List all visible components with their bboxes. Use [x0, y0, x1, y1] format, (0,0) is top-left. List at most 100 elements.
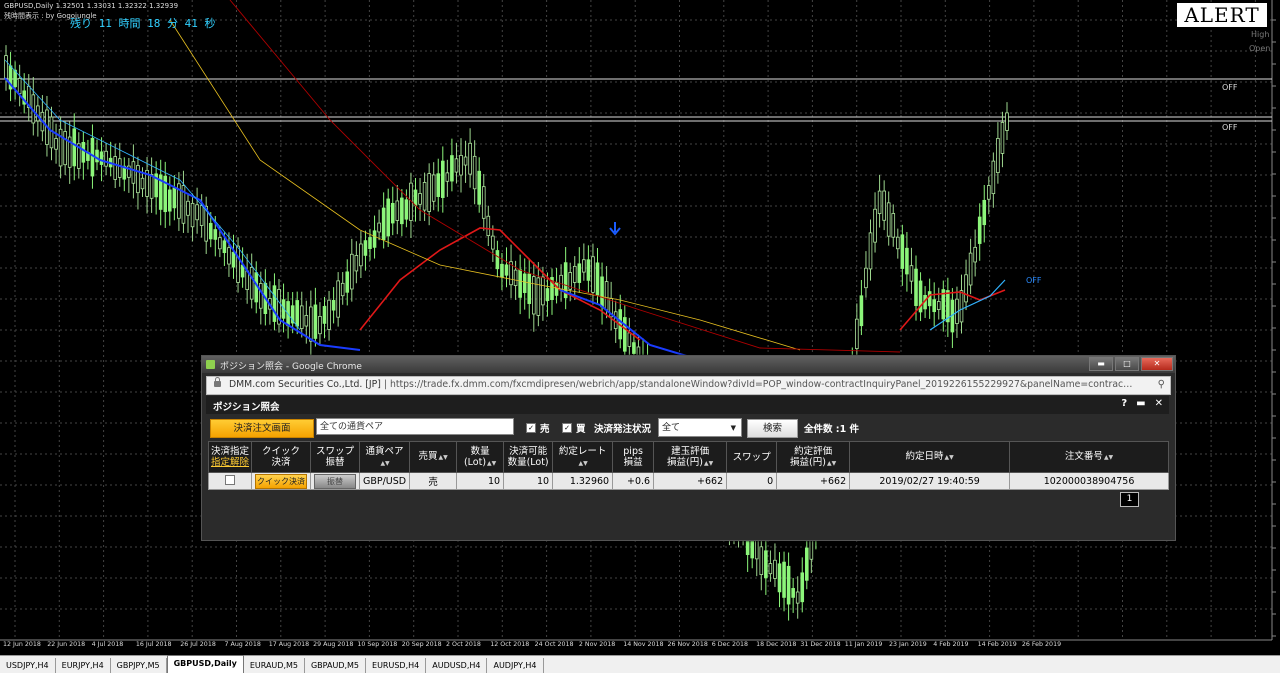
swap-transfer-button[interactable]: 振替 [314, 473, 356, 489]
col-datetime[interactable]: 約定日時▲▼ [849, 441, 1011, 473]
filter-toolbar: 決済注文画面 全ての通貨ペア ✓ 売 ✓ 買 決済発注状況 全て ▼ 検索 全件数… [206, 418, 1169, 438]
tab-audjpy-h4[interactable]: AUDJPY,H4 [487, 658, 544, 673]
order-screen-button[interactable]: 決済注文画面 [210, 419, 314, 438]
tab-audusd-h4[interactable]: AUDUSD,H4 [426, 658, 488, 673]
price-chart[interactable] [0, 0, 1280, 655]
col-pair[interactable]: 通貨ペア▲▼ [358, 441, 411, 473]
url-text: https://trade.fx.dmm.com/fxcmdipresen/we… [389, 379, 1133, 390]
window-titlebar[interactable]: ポジション照会 - Google Chrome ▬ □ ✕ [202, 356, 1175, 373]
col-order-no[interactable]: 注文番号▲▼ [1009, 441, 1169, 473]
candle-body [800, 572, 805, 603]
lock-icon [214, 377, 221, 387]
zoom-icon[interactable]: ⚲ [1158, 379, 1165, 390]
candle-body [959, 290, 964, 323]
rate-cell: 1.32960 [552, 472, 614, 490]
page-button[interactable]: 1 [1120, 492, 1139, 507]
candle-body [536, 277, 541, 316]
candle-body [773, 559, 777, 579]
tab-euraud-m5[interactable]: EURAUD,M5 [244, 658, 305, 673]
table-row[interactable]: クイック決済 振替 GBP/USD 売 10 10 1.32960 +0.6 +… [208, 472, 1169, 490]
candle-body [54, 138, 58, 150]
candle-body [440, 160, 445, 198]
panel-title: ポジション照会 [213, 402, 280, 413]
candle-body [236, 245, 240, 283]
candle-body [450, 155, 454, 182]
address-bar[interactable]: DMM.com Securities Co.,Ltd. [JP] | https… [206, 376, 1171, 395]
unrealized-cell: +662 [653, 472, 728, 490]
col-side[interactable]: 売買▲▼ [409, 441, 458, 473]
order-no-cell: 102000038904756 [1009, 472, 1169, 490]
candle-body [140, 177, 145, 190]
candle-body [522, 273, 527, 293]
sell-checkbox[interactable]: ✓ [526, 423, 536, 433]
tab-eurjpy-h4[interactable]: EURJPY,H4 [56, 658, 111, 673]
sell-label: 売 [540, 424, 550, 435]
tab-gbpaud-m5[interactable]: GBPAUD,M5 [305, 658, 367, 673]
position-window: ポジション照会 - Google Chrome ▬ □ ✕ DMM.com Se… [201, 355, 1176, 541]
sort-icon: ▲▼ [380, 459, 390, 467]
off-label-3[interactable]: OFF [1026, 276, 1042, 285]
tab-gbpjpy-m5[interactable]: GBPJPY,M5 [111, 658, 167, 673]
off-label-1[interactable]: OFF [1222, 83, 1238, 92]
candle-body [805, 547, 809, 581]
time-tick-label: 12 Oct 2018 [490, 641, 530, 648]
close-panel-icon[interactable]: ✕ [1155, 398, 1163, 409]
candle-body [258, 283, 263, 309]
candle-body [855, 318, 859, 349]
time-tick-label: 31 Dec 2018 [800, 641, 841, 648]
pips-cell: +0.6 [612, 472, 655, 490]
tab-usdjpy-h4[interactable]: USDJPY,H4 [0, 658, 56, 673]
col-closable: 決済可能 数量(Lot) [503, 441, 554, 473]
alert-button[interactable]: ALERT [1177, 3, 1267, 27]
time-axis: 12 Jun 2018 22 Jun 2018 4 Jul 2018 16 Jul 2… [0, 641, 1272, 651]
time-tick-label: 22 Jun 2018 [47, 641, 86, 648]
quick-close-button[interactable]: クイック決済 [255, 473, 307, 489]
row-checkbox[interactable] [225, 474, 235, 485]
col-total[interactable]: 約定評価 損益(円)▲▼ [776, 441, 851, 473]
col-qty[interactable]: 数量 (Lot)▲▼ [456, 441, 505, 473]
tab-eurusd-h4[interactable]: EURUSD,H4 [366, 658, 427, 673]
candle-body [768, 563, 773, 575]
status-select[interactable]: 全て ▼ [658, 418, 742, 437]
pair-cell: GBP/USD [358, 472, 411, 490]
candle-body [459, 154, 463, 176]
candle-body [327, 299, 331, 330]
candle-body [372, 230, 377, 248]
candle-body [227, 247, 231, 265]
candle-body [987, 185, 991, 200]
candle-body [354, 254, 359, 272]
candle-body [340, 282, 345, 297]
candle-body [595, 262, 600, 296]
candle-body [905, 247, 909, 275]
candle-body [914, 268, 918, 306]
col-unrealized[interactable]: 建玉評価 損益(円)▲▼ [653, 441, 728, 473]
col-rate[interactable]: 約定レート▲▼ [552, 441, 614, 473]
time-tick-label: 4 Feb 2019 [933, 641, 969, 648]
sort-icon: ▲▼ [578, 459, 588, 467]
designate-clear-link[interactable]: 指定解除 [211, 457, 249, 468]
sort-icon: ▲▼ [944, 454, 954, 461]
minimize-button[interactable]: ▬ [1089, 357, 1113, 371]
buy-checkbox[interactable]: ✓ [562, 423, 572, 433]
quick-cell: クイック決済 [251, 472, 311, 490]
candle-body [190, 202, 195, 228]
candle-body [545, 288, 550, 301]
candle-body [272, 285, 277, 322]
search-button[interactable]: 検索 [747, 419, 798, 438]
tab-gbpusd-daily[interactable]: GBPUSD,Daily [166, 655, 244, 673]
candle-body [454, 158, 459, 173]
candle-body [795, 591, 800, 604]
help-icon[interactable]: ? [1121, 398, 1127, 409]
sort-icon: ▲▼ [438, 454, 448, 461]
off-label-2[interactable]: OFF [1222, 123, 1238, 132]
candle-body [400, 197, 404, 225]
time-tick-label: 11 Jan 2019 [844, 641, 883, 648]
candle-body [632, 342, 636, 354]
close-button[interactable]: ✕ [1141, 357, 1173, 371]
pair-filter-input[interactable]: 全ての通貨ペア [316, 418, 514, 435]
candle-body [95, 149, 99, 163]
candle-body [864, 267, 868, 289]
minimize-panel-icon[interactable]: ▬ [1136, 398, 1145, 409]
maximize-button[interactable]: □ [1115, 357, 1139, 371]
candle-body [586, 259, 591, 281]
